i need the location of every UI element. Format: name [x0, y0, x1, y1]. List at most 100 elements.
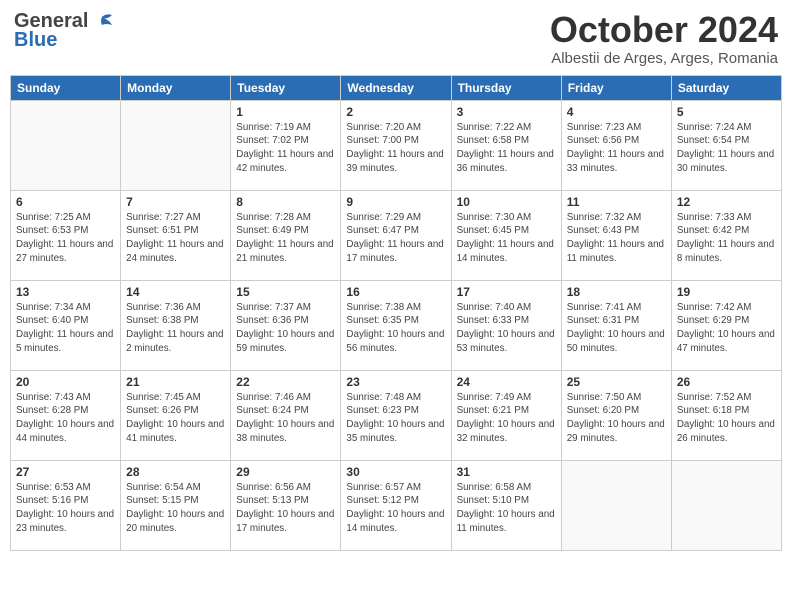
day-number: 1 — [236, 105, 335, 119]
day-number: 8 — [236, 195, 335, 209]
calendar-cell: 13 Sunrise: 7:34 AM Sunset: 6:40 PM Dayli… — [11, 280, 121, 370]
day-info: Sunrise: 7:45 AM Sunset: 6:26 PM Dayligh… — [126, 391, 225, 446]
title-area: October 2024 Albestii de Arges, Arges, R… — [550, 10, 778, 67]
day-number: 30 — [346, 465, 445, 479]
day-info: Sunrise: 7:34 AM Sunset: 6:40 PM Dayligh… — [16, 301, 115, 356]
day-info: Sunrise: 6:54 AM Sunset: 5:15 PM Dayligh… — [126, 481, 225, 536]
weekday-header-row: SundayMondayTuesdayWednesdayThursdayFrid… — [11, 75, 782, 100]
calendar-cell: 6 Sunrise: 7:25 AM Sunset: 6:53 PM Daylig… — [11, 190, 121, 280]
weekday-header-thursday: Thursday — [451, 75, 561, 100]
calendar-cell: 17 Sunrise: 7:40 AM Sunset: 6:33 PM Dayli… — [451, 280, 561, 370]
day-number: 5 — [677, 105, 776, 119]
calendar-cell: 10 Sunrise: 7:30 AM Sunset: 6:45 PM Dayli… — [451, 190, 561, 280]
day-number: 10 — [457, 195, 556, 209]
weekday-header-monday: Monday — [121, 75, 231, 100]
day-number: 6 — [16, 195, 115, 209]
day-number: 24 — [457, 375, 556, 389]
calendar-cell: 1 Sunrise: 7:19 AM Sunset: 7:02 PM Daylig… — [231, 100, 341, 190]
calendar-cell: 2 Sunrise: 7:20 AM Sunset: 7:00 PM Daylig… — [341, 100, 451, 190]
day-info: Sunrise: 7:25 AM Sunset: 6:53 PM Dayligh… — [16, 211, 115, 266]
day-number: 28 — [126, 465, 225, 479]
calendar-week-1: 1 Sunrise: 7:19 AM Sunset: 7:02 PM Daylig… — [11, 100, 782, 190]
weekday-header-wednesday: Wednesday — [341, 75, 451, 100]
calendar-week-3: 13 Sunrise: 7:34 AM Sunset: 6:40 PM Dayli… — [11, 280, 782, 370]
day-number: 23 — [346, 375, 445, 389]
day-info: Sunrise: 7:49 AM Sunset: 6:21 PM Dayligh… — [457, 391, 556, 446]
calendar-cell — [121, 100, 231, 190]
day-info: Sunrise: 7:41 AM Sunset: 6:31 PM Dayligh… — [567, 301, 666, 356]
day-info: Sunrise: 7:37 AM Sunset: 6:36 PM Dayligh… — [236, 301, 335, 356]
calendar-week-5: 27 Sunrise: 6:53 AM Sunset: 5:16 PM Dayli… — [11, 460, 782, 550]
day-number: 12 — [677, 195, 776, 209]
calendar-cell: 23 Sunrise: 7:48 AM Sunset: 6:23 PM Dayli… — [341, 370, 451, 460]
calendar-cell: 21 Sunrise: 7:45 AM Sunset: 6:26 PM Dayli… — [121, 370, 231, 460]
month-title: October 2024 — [550, 10, 778, 50]
calendar-cell — [671, 460, 781, 550]
calendar-cell: 29Sunrise: 6:56 AM Sunset: 5:13 PM Dayli… — [231, 460, 341, 550]
day-info: Sunrise: 7:29 AM Sunset: 6:47 PM Dayligh… — [346, 211, 445, 266]
day-number: 9 — [346, 195, 445, 209]
day-info: Sunrise: 7:28 AM Sunset: 6:49 PM Dayligh… — [236, 211, 335, 266]
day-number: 19 — [677, 285, 776, 299]
calendar-week-4: 20Sunrise: 7:43 AM Sunset: 6:28 PM Dayli… — [11, 370, 782, 460]
calendar-cell: 19 Sunrise: 7:42 AM Sunset: 6:29 PM Dayli… — [671, 280, 781, 370]
calendar-cell: 31 Sunrise: 6:58 AM Sunset: 5:10 PM Dayli… — [451, 460, 561, 550]
calendar-cell — [11, 100, 121, 190]
day-number: 31 — [457, 465, 556, 479]
weekday-header-friday: Friday — [561, 75, 671, 100]
calendar-cell: 15 Sunrise: 7:37 AM Sunset: 6:36 PM Dayli… — [231, 280, 341, 370]
day-info: Sunrise: 6:58 AM Sunset: 5:10 PM Dayligh… — [457, 481, 556, 536]
calendar-cell: 9 Sunrise: 7:29 AM Sunset: 6:47 PM Daylig… — [341, 190, 451, 280]
calendar-cell: 14Sunrise: 7:36 AM Sunset: 6:38 PM Dayli… — [121, 280, 231, 370]
calendar-cell: 8 Sunrise: 7:28 AM Sunset: 6:49 PM Daylig… — [231, 190, 341, 280]
day-number: 27 — [16, 465, 115, 479]
day-number: 4 — [567, 105, 666, 119]
logo: General Blue — [14, 10, 114, 52]
calendar-cell: 22Sunrise: 7:46 AM Sunset: 6:24 PM Dayli… — [231, 370, 341, 460]
day-number: 15 — [236, 285, 335, 299]
logo-blue-text: Blue — [14, 29, 57, 52]
calendar-cell: 18Sunrise: 7:41 AM Sunset: 6:31 PM Dayli… — [561, 280, 671, 370]
day-number: 11 — [567, 195, 666, 209]
day-number: 20 — [16, 375, 115, 389]
calendar-cell — [561, 460, 671, 550]
day-info: Sunrise: 7:42 AM Sunset: 6:29 PM Dayligh… — [677, 301, 776, 356]
calendar-cell: 16 Sunrise: 7:38 AM Sunset: 6:35 PM Dayli… — [341, 280, 451, 370]
day-number: 25 — [567, 375, 666, 389]
calendar-cell: 4Sunrise: 7:23 AM Sunset: 6:56 PM Daylig… — [561, 100, 671, 190]
calendar-cell: 27 Sunrise: 6:53 AM Sunset: 5:16 PM Dayli… — [11, 460, 121, 550]
day-info: Sunrise: 7:46 AM Sunset: 6:24 PM Dayligh… — [236, 391, 335, 446]
logo-bird-icon — [92, 13, 114, 31]
day-info: Sunrise: 7:20 AM Sunset: 7:00 PM Dayligh… — [346, 121, 445, 176]
day-number: 2 — [346, 105, 445, 119]
calendar-cell: 11 Sunrise: 7:32 AM Sunset: 6:43 PM Dayli… — [561, 190, 671, 280]
calendar-cell: 5Sunrise: 7:24 AM Sunset: 6:54 PM Daylig… — [671, 100, 781, 190]
day-info: Sunrise: 6:53 AM Sunset: 5:16 PM Dayligh… — [16, 481, 115, 536]
day-info: Sunrise: 7:48 AM Sunset: 6:23 PM Dayligh… — [346, 391, 445, 446]
day-info: Sunrise: 7:40 AM Sunset: 6:33 PM Dayligh… — [457, 301, 556, 356]
day-info: Sunrise: 7:27 AM Sunset: 6:51 PM Dayligh… — [126, 211, 225, 266]
day-number: 21 — [126, 375, 225, 389]
calendar-cell: 12Sunrise: 7:33 AM Sunset: 6:42 PM Dayli… — [671, 190, 781, 280]
day-info: Sunrise: 7:36 AM Sunset: 6:38 PM Dayligh… — [126, 301, 225, 356]
day-info: Sunrise: 7:38 AM Sunset: 6:35 PM Dayligh… — [346, 301, 445, 356]
day-info: Sunrise: 7:19 AM Sunset: 7:02 PM Dayligh… — [236, 121, 335, 176]
day-info: Sunrise: 7:30 AM Sunset: 6:45 PM Dayligh… — [457, 211, 556, 266]
calendar-cell: 24 Sunrise: 7:49 AM Sunset: 6:21 PM Dayli… — [451, 370, 561, 460]
weekday-header-saturday: Saturday — [671, 75, 781, 100]
calendar-cell: 7Sunrise: 7:27 AM Sunset: 6:51 PM Daylig… — [121, 190, 231, 280]
day-number: 16 — [346, 285, 445, 299]
calendar-cell: 25 Sunrise: 7:50 AM Sunset: 6:20 PM Dayli… — [561, 370, 671, 460]
calendar-cell: 3Sunrise: 7:22 AM Sunset: 6:58 PM Daylig… — [451, 100, 561, 190]
calendar-cell: 28 Sunrise: 6:54 AM Sunset: 5:15 PM Dayli… — [121, 460, 231, 550]
day-info: Sunrise: 7:50 AM Sunset: 6:20 PM Dayligh… — [567, 391, 666, 446]
calendar-table: SundayMondayTuesdayWednesdayThursdayFrid… — [10, 75, 782, 551]
calendar-week-2: 6 Sunrise: 7:25 AM Sunset: 6:53 PM Daylig… — [11, 190, 782, 280]
weekday-header-tuesday: Tuesday — [231, 75, 341, 100]
day-number: 17 — [457, 285, 556, 299]
location: Albestii de Arges, Arges, Romania — [550, 50, 778, 67]
day-info: Sunrise: 7:32 AM Sunset: 6:43 PM Dayligh… — [567, 211, 666, 266]
calendar-cell: 30Sunrise: 6:57 AM Sunset: 5:12 PM Dayli… — [341, 460, 451, 550]
day-info: Sunrise: 6:56 AM Sunset: 5:13 PM Dayligh… — [236, 481, 335, 536]
day-number: 13 — [16, 285, 115, 299]
